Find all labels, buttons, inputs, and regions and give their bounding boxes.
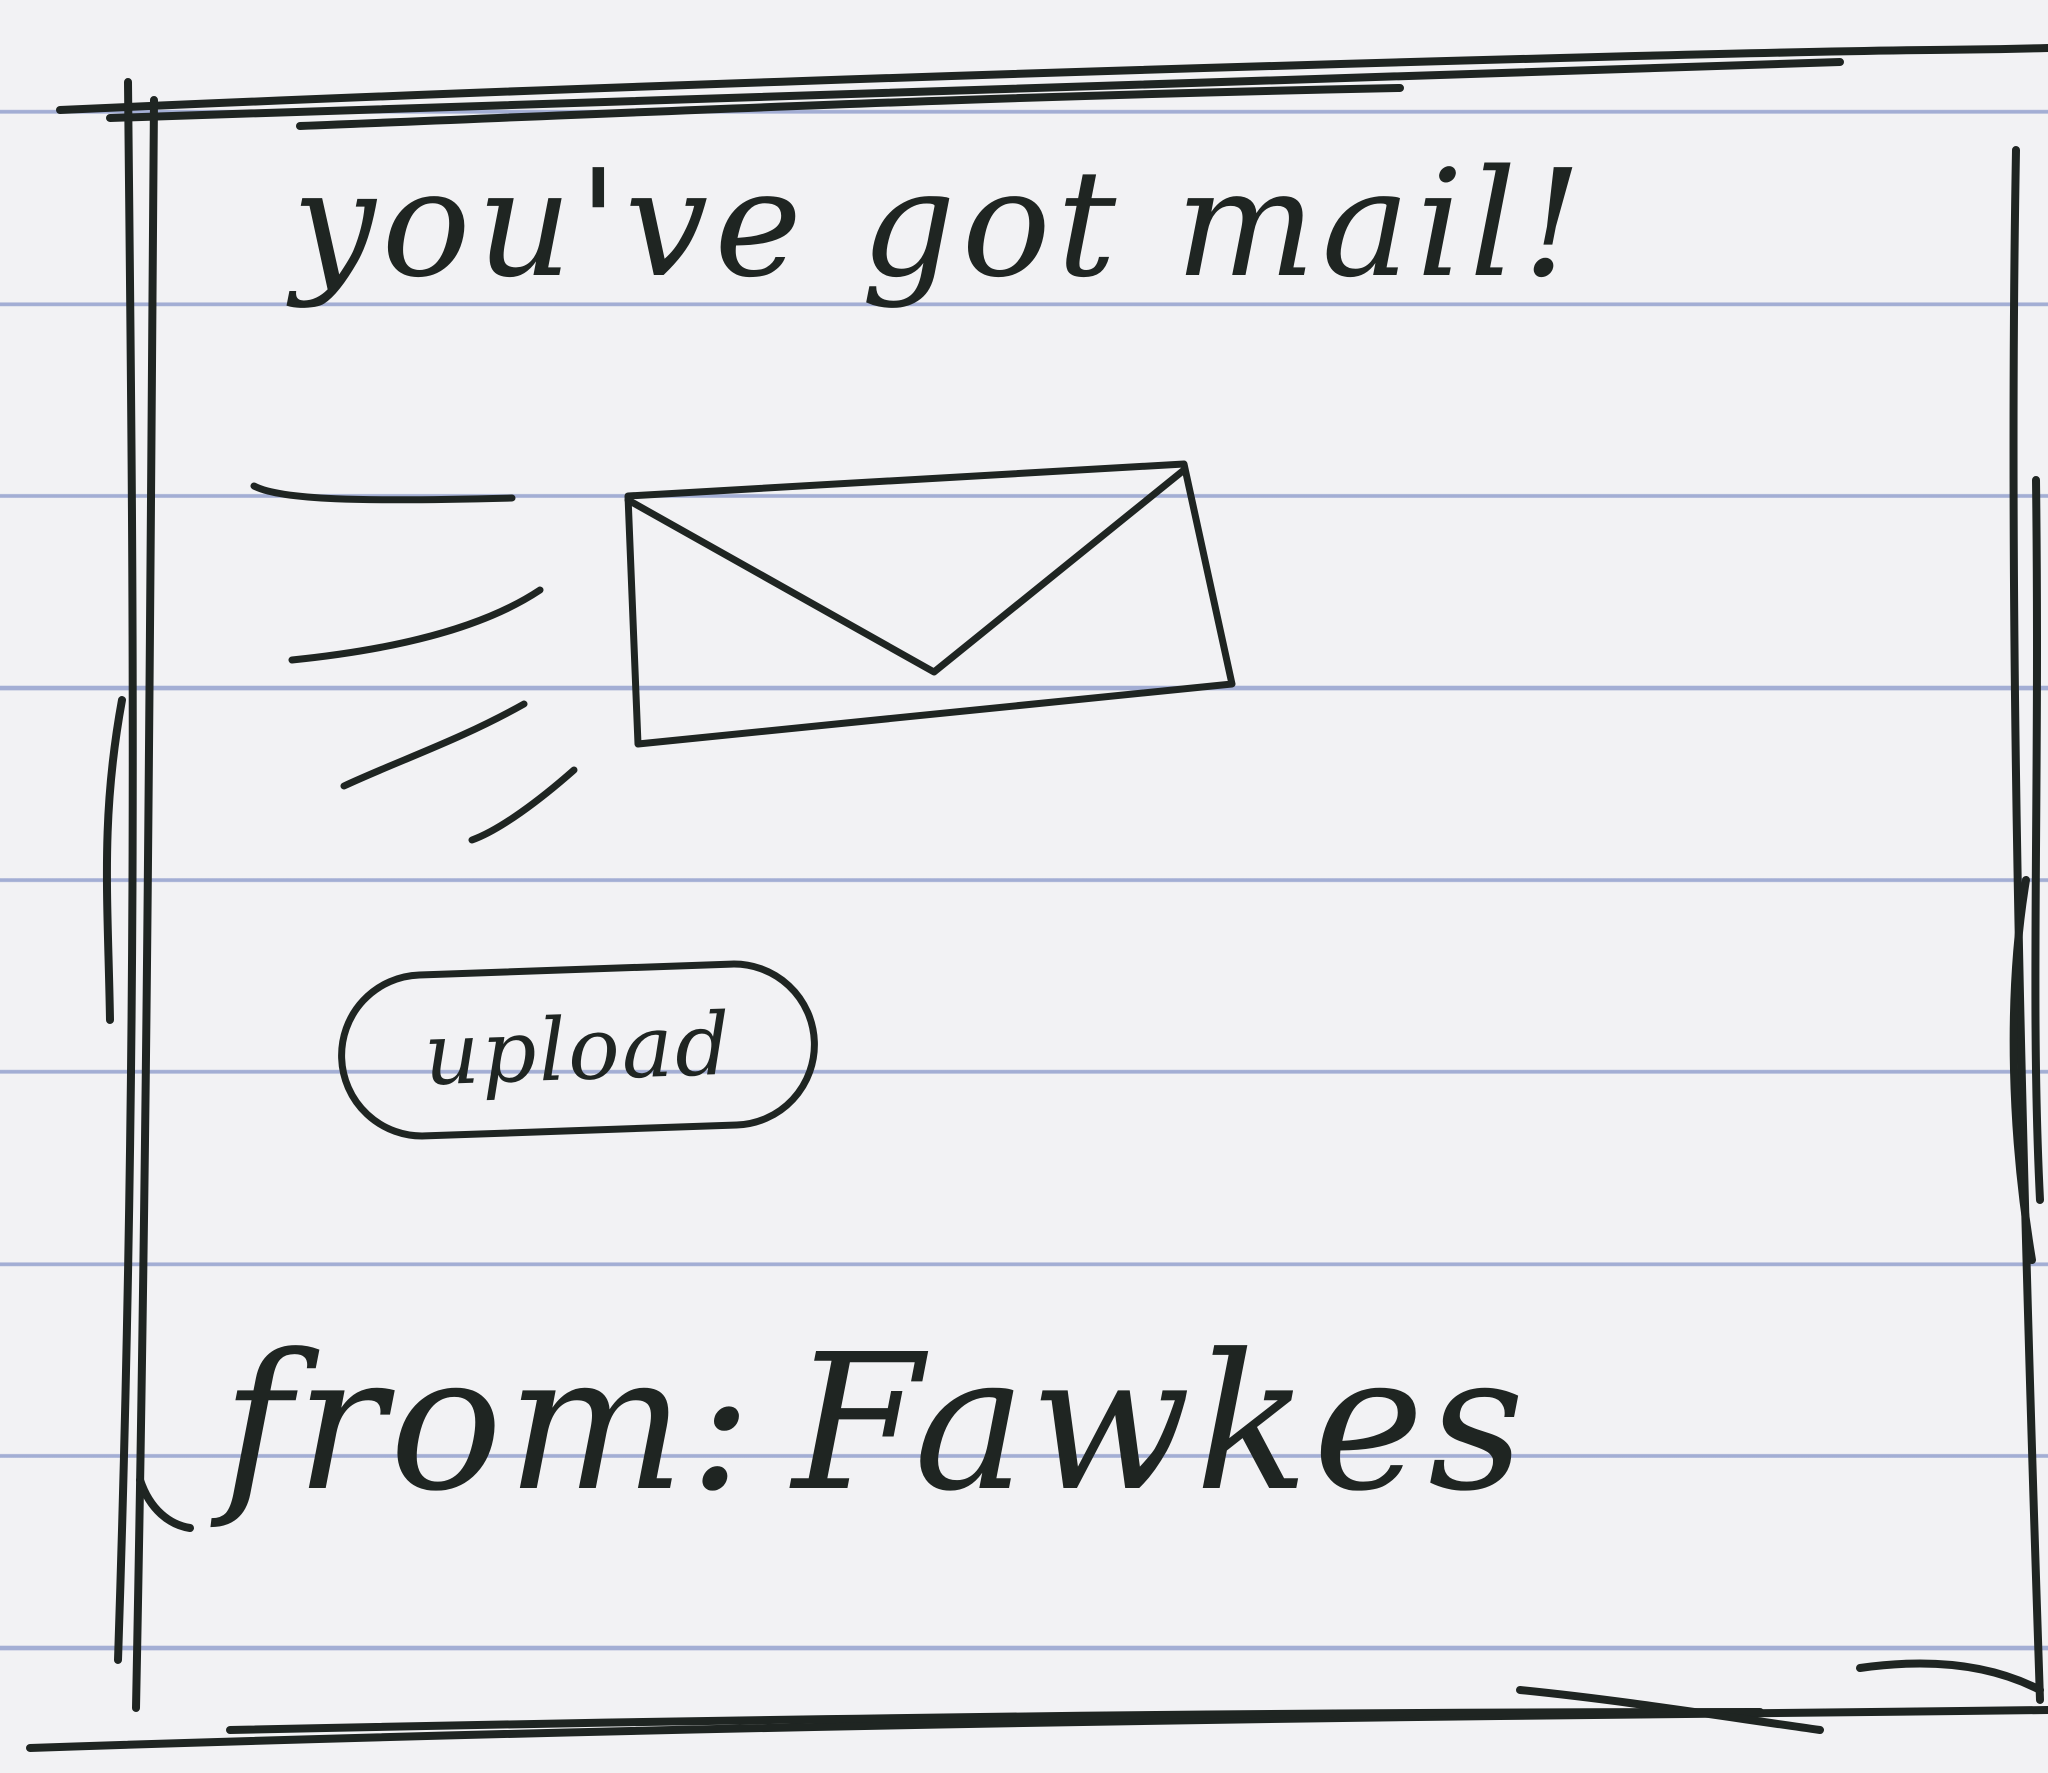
sender-label: from: xyxy=(222,1314,757,1533)
motion-lines-icon xyxy=(250,482,578,844)
envelope-icon xyxy=(624,460,1236,748)
sender-name: Fawkes xyxy=(792,1314,1529,1533)
page-title: you've got mail! xyxy=(292,138,1589,310)
sender-line: from: Fawkes xyxy=(222,1330,1602,1518)
upload-button[interactable]: upload xyxy=(335,957,821,1143)
mail-illustration xyxy=(240,440,1260,860)
